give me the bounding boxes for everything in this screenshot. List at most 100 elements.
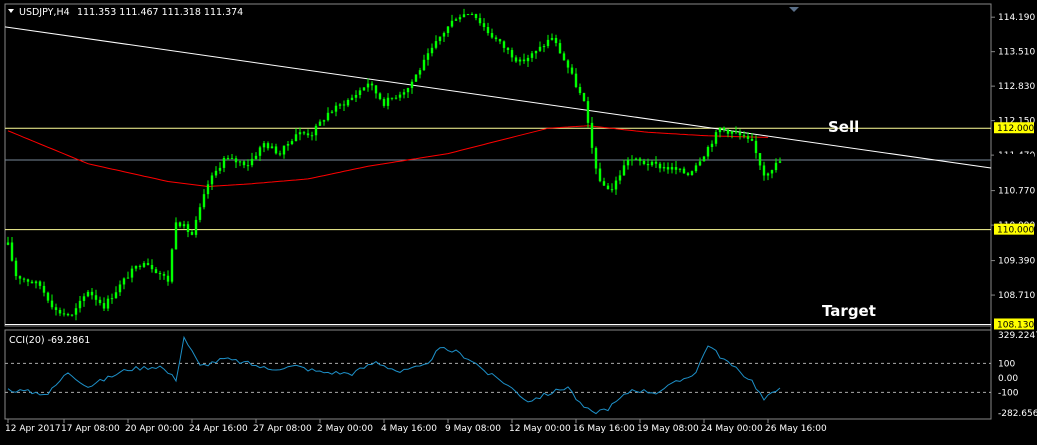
candle-body [142,263,146,267]
time-tick-label: 4 May 16:00 [381,424,437,434]
candle [594,146,598,175]
candle [46,291,50,304]
candle [654,156,658,169]
candle [286,140,290,151]
candle-body [518,59,522,62]
candle [422,54,426,71]
candle-body [30,281,34,284]
candle-body [526,57,530,62]
candle-body [150,265,154,270]
price-tick-label: 112.830 [998,82,1035,92]
candle [498,38,502,45]
candle-body [742,135,746,137]
candle-body [654,161,658,164]
candle-body [122,278,126,285]
candle [310,131,314,141]
candle-body [18,276,22,279]
candle [458,14,462,23]
candle [586,96,590,128]
cci-tick-label: 329.2247 [998,331,1037,341]
candle [278,150,282,157]
candle-body [186,224,190,232]
candle [170,248,174,284]
candle-body [42,285,46,293]
candle-body [722,127,726,130]
candle [538,41,542,52]
candle-body [310,135,314,137]
candle-body [402,92,406,95]
shift-marker-icon[interactable] [789,7,799,12]
candle [690,170,694,176]
candle-body [770,170,774,174]
candle-body [22,278,26,280]
candle [50,294,54,310]
candle-body [522,59,526,62]
candle-body [182,224,186,227]
candle-body [190,231,194,235]
cci-tick-label: -100 [998,388,1019,398]
chart-canvas[interactable]: 114.190113.510112.830112.150111.470110.7… [0,0,1037,441]
candle-body [58,309,62,314]
candle-body [222,158,226,168]
candle-body [750,138,754,141]
candle [110,293,114,304]
candle-body [562,53,566,61]
candle [218,162,222,174]
candle-body [114,292,118,299]
candle-body [390,97,394,99]
candle [178,221,182,228]
candle-body [594,147,598,169]
candle-body [474,14,478,19]
candle-body [758,153,762,166]
candle [154,267,158,274]
candle [298,127,302,141]
candle [678,168,682,173]
cci-line [7,335,781,415]
candle [370,81,374,91]
candle-body [718,127,722,133]
candle-body [618,175,622,181]
dropdown-triangle-icon[interactable] [8,9,14,13]
price-tick-label: 109.390 [998,257,1035,267]
candle-body [694,165,698,172]
candle-body [514,57,518,62]
candle-body [698,161,702,166]
candle-body [366,83,370,88]
candle [482,18,486,31]
support-price-tag: 110.000 [997,226,1034,236]
candle [106,295,110,312]
sell-price-tag: 112.000 [997,124,1034,134]
candle [770,169,774,179]
candle-body [634,158,638,160]
candle-body [54,307,58,310]
candle [174,217,178,250]
candle-body [358,90,362,95]
candle-body [506,47,510,51]
candle [346,98,350,108]
candle-body [450,20,454,27]
candle-body [170,249,174,282]
candle-body [106,298,110,309]
candle [462,8,466,18]
candle [290,138,294,146]
candle-body [466,14,470,16]
candle-body [418,70,422,75]
candle-body [262,143,266,148]
time-tick-label: 26 May 16:00 [765,424,827,434]
chart-window[interactable]: 114.190113.510112.830112.150111.470110.7… [0,0,1037,441]
candle [598,162,602,183]
candle [394,95,398,100]
candle-body [690,171,694,176]
candle-body [746,136,750,139]
candle [114,286,118,299]
candle-body [66,313,70,316]
candle-body [674,167,678,170]
candle-body [534,50,538,54]
candle-body [126,277,130,279]
candle [270,143,274,149]
candle [446,25,450,37]
candle [134,265,138,272]
candle-body [118,284,122,293]
candle-body [430,47,434,54]
candle [230,154,234,160]
